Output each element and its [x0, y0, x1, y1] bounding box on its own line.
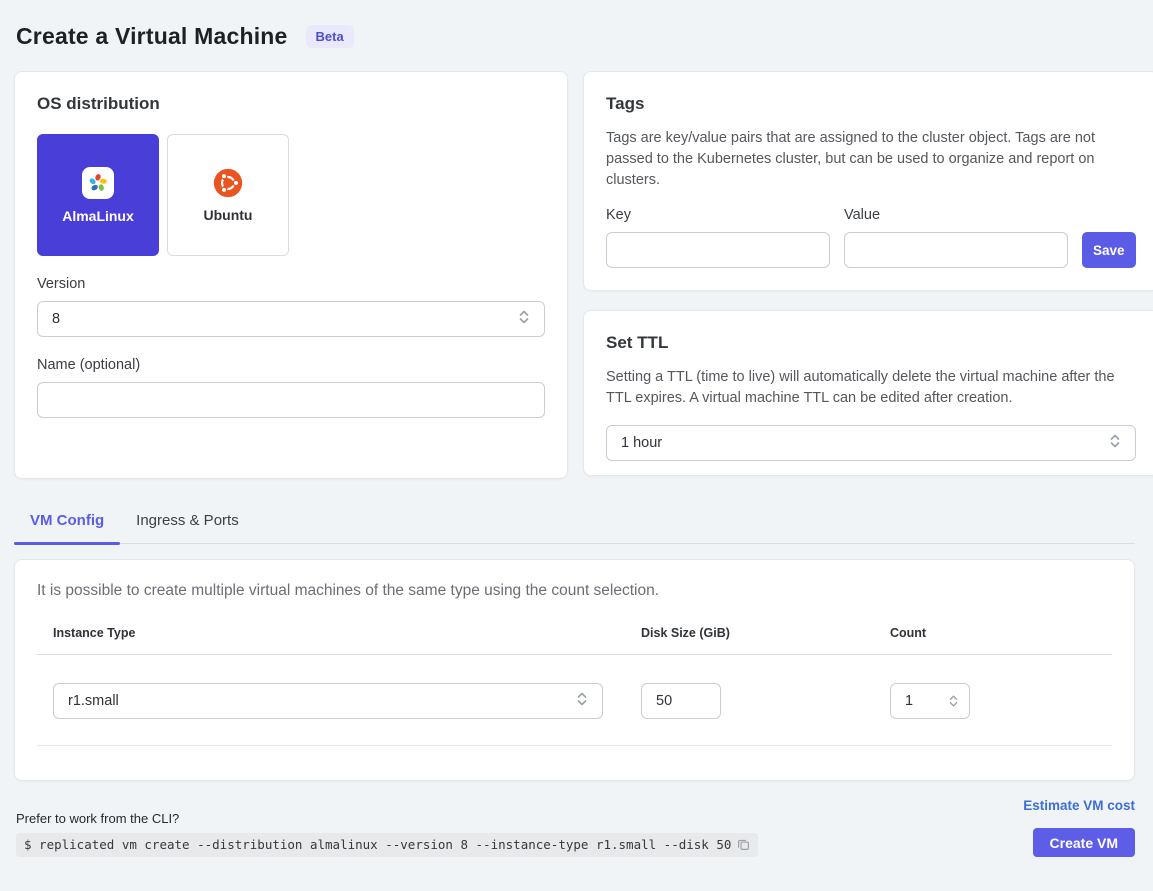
header-disk-size: Disk Size (GiB) — [625, 626, 874, 640]
tag-value-field: Value — [844, 207, 1068, 268]
cli-prompt: Prefer to work from the CLI? — [16, 811, 758, 826]
ttl-select-value: 1 hour — [621, 435, 662, 451]
tag-key-input[interactable] — [606, 232, 830, 268]
config-tabs: VM Config Ingress & Ports — [14, 506, 1135, 544]
cli-command-text: $ replicated vm create --distribution al… — [24, 837, 731, 852]
page-header: Create a Virtual Machine Beta — [0, 0, 1153, 71]
estimate-vm-cost-link[interactable]: Estimate VM cost — [1023, 798, 1135, 813]
tab-ingress-ports[interactable]: Ingress & Ports — [120, 506, 255, 543]
instance-type-select[interactable]: r1.small — [53, 683, 603, 719]
name-input[interactable] — [37, 382, 545, 418]
ttl-card-title: Set TTL — [606, 333, 1136, 353]
vm-config-card: It is possible to create multiple virtua… — [14, 559, 1135, 781]
chevron-up-down-icon — [576, 691, 588, 711]
count-value: 1 — [905, 693, 913, 709]
create-vm-page: Create a Virtual Machine Beta OS distrib… — [0, 0, 1153, 891]
create-vm-button[interactable]: Create VM — [1033, 828, 1135, 857]
name-label: Name (optional) — [37, 357, 545, 373]
top-cards-row: OS distribution — [0, 71, 1153, 479]
table-row: r1.small 1 — [37, 655, 1112, 746]
os-card-title: OS distribution — [37, 94, 545, 114]
tags-description: Tags are key/value pairs that are assign… — [606, 128, 1118, 191]
tags-kv-row: Key Value Save — [606, 207, 1136, 268]
disk-size-input[interactable] — [641, 683, 721, 719]
page-footer: Prefer to work from the CLI? $ replicate… — [0, 781, 1153, 857]
beta-badge: Beta — [306, 25, 354, 48]
footer-actions: Estimate VM cost Create VM — [1023, 798, 1135, 857]
disk-size-cell — [625, 683, 874, 719]
tag-value-input[interactable] — [844, 232, 1068, 268]
tag-key-label: Key — [606, 207, 830, 223]
save-tag-button[interactable]: Save — [1082, 232, 1136, 268]
os-tiles: AlmaLinux — [37, 134, 545, 256]
header-instance-type: Instance Type — [37, 626, 625, 640]
vm-config-description: It is possible to create multiple virtua… — [37, 582, 1112, 600]
count-stepper[interactable]: 1 — [890, 683, 970, 719]
os-tile-ubuntu-label: Ubuntu — [204, 207, 253, 223]
chevron-up-down-icon — [1109, 433, 1121, 453]
os-tile-almalinux-label: AlmaLinux — [62, 208, 134, 224]
vm-table: Instance Type Disk Size (GiB) Count r1.s… — [37, 626, 1112, 746]
version-label: Version — [37, 276, 545, 292]
version-select-value: 8 — [52, 311, 60, 327]
tags-card: Tags Tags are key/value pairs that are a… — [583, 71, 1153, 291]
vm-table-header: Instance Type Disk Size (GiB) Count — [37, 626, 1112, 655]
copy-icon[interactable] — [737, 838, 750, 851]
os-tile-ubuntu[interactable]: Ubuntu — [167, 134, 289, 256]
almalinux-icon — [82, 167, 114, 199]
version-select[interactable]: 8 — [37, 301, 545, 337]
cli-command: $ replicated vm create --distribution al… — [16, 833, 758, 857]
set-ttl-card: Set TTL Setting a TTL (time to live) wil… — [583, 310, 1153, 476]
count-cell: 1 — [874, 683, 1112, 719]
ttl-select[interactable]: 1 hour — [606, 425, 1136, 461]
instance-type-value: r1.small — [68, 693, 119, 709]
os-distribution-card: OS distribution — [14, 71, 568, 479]
os-tile-almalinux[interactable]: AlmaLinux — [37, 134, 159, 256]
instance-type-cell: r1.small — [37, 683, 625, 719]
stepper-arrows-icon[interactable] — [948, 694, 959, 708]
tab-vm-config[interactable]: VM Config — [14, 506, 120, 543]
tag-key-field: Key — [606, 207, 830, 268]
cli-block: Prefer to work from the CLI? $ replicate… — [16, 811, 758, 857]
ttl-description: Setting a TTL (time to live) will automa… — [606, 367, 1126, 409]
tag-value-label: Value — [844, 207, 1068, 223]
tags-card-title: Tags — [606, 94, 1136, 114]
chevron-up-down-icon — [518, 309, 530, 329]
right-column: Tags Tags are key/value pairs that are a… — [583, 71, 1153, 476]
page-title: Create a Virtual Machine — [16, 23, 288, 50]
header-count: Count — [874, 626, 1112, 640]
ubuntu-icon — [213, 168, 243, 198]
